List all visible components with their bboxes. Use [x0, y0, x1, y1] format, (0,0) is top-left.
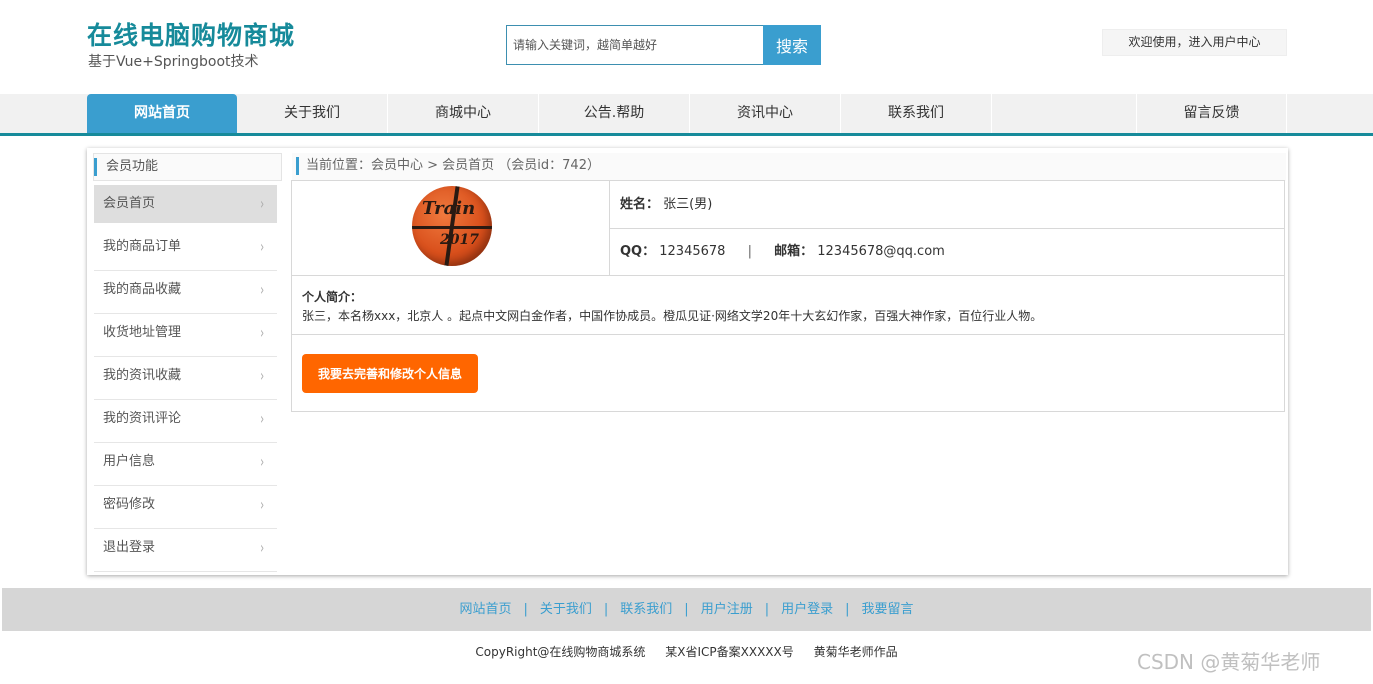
nav-item-home[interactable]: 网站首页	[87, 94, 237, 133]
nav-item-mall[interactable]: 商城中心	[388, 94, 539, 133]
footer-separator: |	[764, 602, 770, 617]
search-input[interactable]	[506, 25, 763, 65]
nav-item-about[interactable]: 关于我们	[237, 94, 388, 133]
sidebar-menu: 会员首页 › 我的商品订单 › 我的商品收藏 › 收货地址管理 › 我的资讯收藏…	[94, 185, 277, 572]
breadcrumb: 当前位置：会员中心 > 会员首页 （会员id：742）	[306, 158, 600, 173]
intro-text: 张三，本名杨xxx，北京人 。起点中文网白金作者，中国作协成员。橙瓜见证·网络文…	[302, 309, 1043, 323]
qq-value: 12345678	[659, 244, 726, 259]
footer-link-register[interactable]: 用户注册	[701, 602, 753, 617]
contact-separator: |	[747, 244, 752, 259]
chevron-right-icon: ›	[259, 366, 264, 385]
avatar-cell: Train 2017	[292, 181, 610, 276]
content-header-marker	[296, 157, 299, 175]
sidebar-item-member-home[interactable]: 会员首页 ›	[94, 185, 277, 223]
footer-link-about[interactable]: 关于我们	[540, 602, 592, 617]
footer-separator: |	[603, 602, 609, 617]
name-label: 姓名：	[620, 197, 660, 212]
sidebar-item-orders[interactable]: 我的商品订单 ›	[94, 228, 277, 271]
contact-cell: QQ： 12345678 | 邮箱： 12345678@qq.com	[610, 229, 1284, 276]
chevron-right-icon: ›	[259, 194, 264, 213]
chevron-right-icon: ›	[259, 280, 264, 299]
ball-seam	[412, 226, 492, 229]
chevron-right-icon: ›	[259, 495, 264, 514]
intro-label: 个人简介：	[302, 290, 363, 304]
search-box: 搜索	[506, 25, 821, 65]
chevron-right-icon: ›	[259, 409, 264, 428]
edit-profile-button[interactable]: 我要去完善和修改个人信息	[302, 354, 478, 393]
intro-cell: 个人简介： 张三，本名杨xxx，北京人 。起点中文网白金作者，中国作协成员。橙瓜…	[292, 276, 1284, 335]
chevron-right-icon: ›	[259, 237, 264, 256]
footer-separator: |	[684, 602, 689, 617]
sidebar-header-marker	[94, 158, 97, 176]
site-title[interactable]: 在线电脑购物商城	[87, 16, 295, 52]
header: 在线电脑购物商城 基于Vue+Springboot技术 搜索 欢迎使用，进入用户…	[0, 0, 1373, 94]
icp-text: 某X省ICP备案XXXXX号	[665, 645, 794, 659]
sidebar-item-label: 用户信息	[103, 454, 156, 469]
email-value: 12345678@qq.com	[817, 244, 945, 259]
member-panel: 会员功能 会员首页 › 我的商品订单 › 我的商品收藏 › 收货地址管理 › 我…	[87, 148, 1288, 575]
main-nav: 网站首页 关于我们 商城中心 公告.帮助 资讯中心 联系我们 留言反馈	[0, 94, 1373, 136]
name-cell: 姓名： 张三(男)	[610, 181, 1284, 229]
csdn-watermark: CSDN @黄菊华老师	[1137, 650, 1321, 674]
sidebar-item-label: 我的资讯收藏	[103, 368, 182, 383]
sidebar-item-logout[interactable]: 退出登录 ›	[94, 529, 277, 572]
footer-link-home[interactable]: 网站首页	[459, 602, 511, 617]
ball-brand-text: Train	[422, 198, 476, 219]
nav-item-news[interactable]: 资讯中心	[690, 94, 841, 133]
sidebar-title: 会员功能	[106, 159, 159, 174]
footer-nav: 网站首页 | 关于我们 | 联系我们 | 用户注册 | 用户登录 | 我要留言	[2, 588, 1371, 631]
sidebar-item-news-comments[interactable]: 我的资讯评论 ›	[94, 400, 277, 443]
chevron-right-icon: ›	[259, 452, 264, 471]
chevron-right-icon: ›	[259, 538, 264, 557]
name-value: 张三(男)	[663, 197, 713, 212]
footer-link-message[interactable]: 我要留言	[862, 602, 914, 617]
sidebar-item-label: 会员首页	[103, 196, 156, 211]
qq-label: QQ：	[620, 244, 656, 259]
sidebar-item-label: 我的商品收藏	[103, 282, 182, 297]
nav-item-notice[interactable]: 公告.帮助	[539, 94, 690, 133]
footer-link-contact[interactable]: 联系我们	[620, 602, 672, 617]
sidebar-item-label: 我的资讯评论	[103, 411, 182, 426]
nav-item-feedback[interactable]: 留言反馈	[1136, 94, 1287, 133]
sidebar-item-user-info[interactable]: 用户信息 ›	[94, 443, 277, 486]
avatar: Train 2017	[412, 186, 492, 266]
footer-separator: |	[845, 602, 850, 617]
user-center-link[interactable]: 欢迎使用，进入用户中心	[1102, 29, 1287, 56]
sidebar-item-address[interactable]: 收货地址管理 ›	[94, 314, 277, 357]
sidebar-item-favorites[interactable]: 我的商品收藏 ›	[94, 271, 277, 314]
email-label: 邮箱：	[774, 244, 814, 259]
nav-item-contact[interactable]: 联系我们	[841, 94, 992, 133]
sidebar-item-label: 我的商品订单	[103, 239, 182, 254]
footer-link-login[interactable]: 用户登录	[781, 602, 833, 617]
sidebar-item-label: 密码修改	[103, 497, 156, 512]
sidebar-header: 会员功能	[93, 153, 282, 181]
member-info-table: Train 2017 姓名： 张三(男) QQ： 12345678 | 邮箱： …	[291, 180, 1285, 412]
sidebar-item-news-favorites[interactable]: 我的资讯收藏 ›	[94, 357, 277, 400]
sidebar-item-label: 收货地址管理	[103, 325, 182, 340]
ball-year-text: 2017	[440, 232, 479, 248]
copyright-text: CopyRight@在线购物商城系统	[475, 645, 646, 659]
site-subtitle: 基于Vue+Springboot技术	[88, 54, 259, 70]
author-text: 黄菊华老师作品	[813, 645, 898, 659]
sidebar-item-password[interactable]: 密码修改 ›	[94, 486, 277, 529]
footer-separator: |	[523, 602, 528, 617]
content-header: 当前位置：会员中心 > 会员首页 （会员id：742）	[292, 153, 1286, 181]
chevron-right-icon: ›	[259, 323, 264, 342]
sidebar-item-label: 退出登录	[103, 540, 156, 555]
search-button[interactable]: 搜索	[763, 25, 821, 65]
